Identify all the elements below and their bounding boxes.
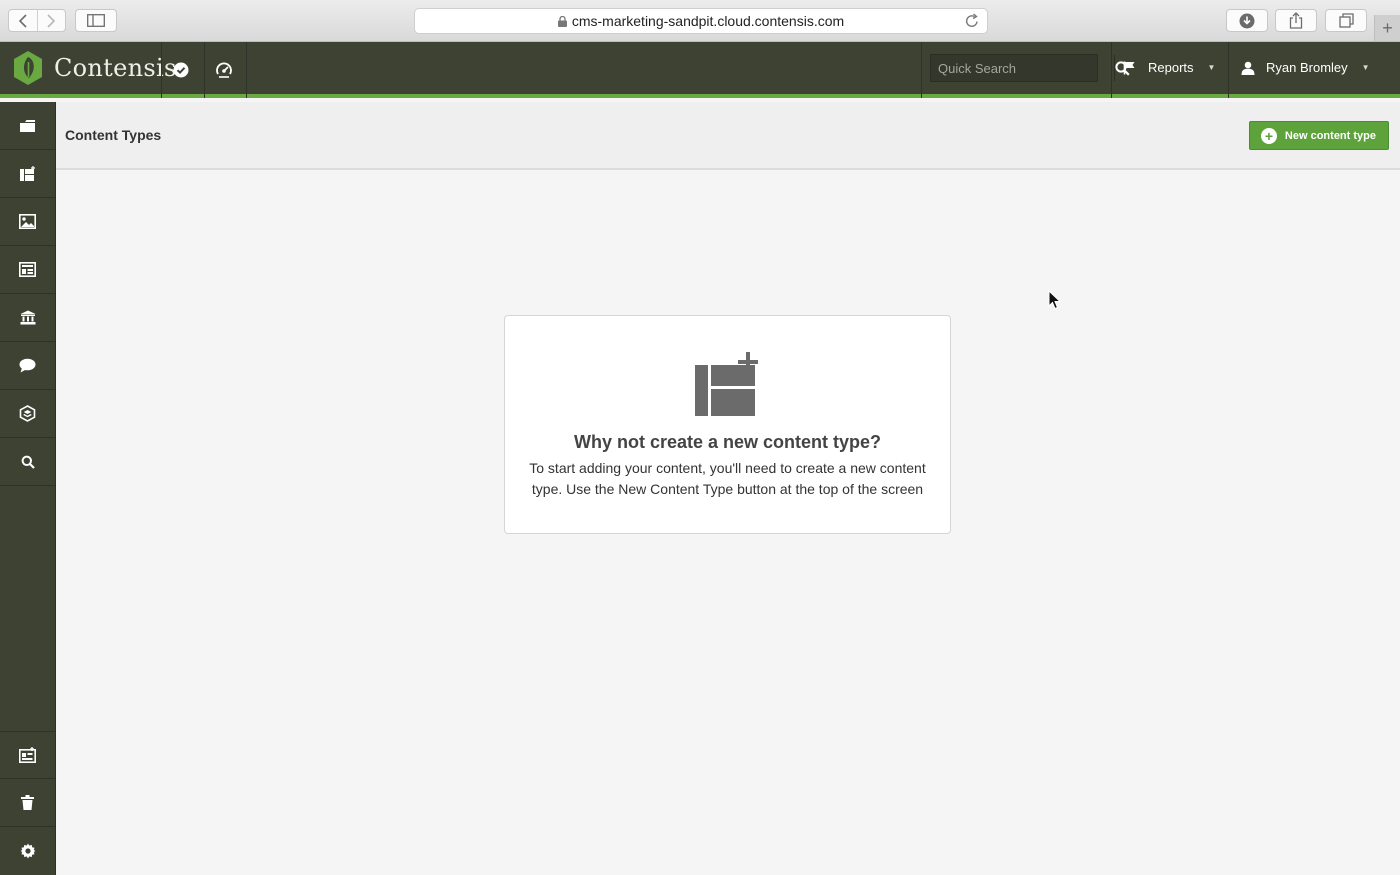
- brand-logo[interactable]: Contensis: [12, 50, 177, 86]
- reports-label: Reports: [1148, 60, 1194, 75]
- page-toolbar: Content Types + New content type: [56, 102, 1400, 170]
- new-content-type-button[interactable]: + New content type: [1248, 121, 1389, 150]
- empty-state-title: Why not create a new content type?: [573, 432, 882, 452]
- reports-menu[interactable]: Reports ▼: [1123, 60, 1215, 75]
- header-divider: [1228, 42, 1229, 98]
- page-title: Content Types: [65, 127, 162, 143]
- nav-folder[interactable]: [0, 102, 55, 150]
- sidebar-icon[interactable]: [75, 9, 117, 32]
- main-content: Content Types + New content type Why not…: [56, 102, 1400, 875]
- mouse-cursor-icon: [1048, 290, 1062, 310]
- image-icon: [19, 214, 36, 229]
- user-name: Ryan Bromley: [1266, 60, 1348, 75]
- share-icon[interactable]: [1275, 9, 1317, 32]
- layout-icon: [19, 262, 36, 277]
- contensis-leaf-icon: [14, 51, 42, 85]
- nav-search[interactable]: [0, 438, 55, 486]
- new-content-type-label: New content type: [1284, 129, 1376, 142]
- chevron-down-icon: ▼: [1361, 63, 1370, 72]
- content-type-add-icon: [505, 352, 950, 416]
- header-divider: [921, 42, 922, 98]
- url-text: cms-marketing-sandpit.cloud.contensis.co…: [571, 13, 845, 29]
- tabs-icon[interactable]: [1325, 9, 1367, 32]
- dashboard-icon[interactable]: [211, 57, 237, 83]
- user-menu[interactable]: Ryan Bromley ▼: [1241, 60, 1370, 75]
- header-divider: [204, 42, 205, 98]
- new-tab-icon[interactable]: +: [1374, 15, 1400, 41]
- plus-circle-icon: +: [1260, 127, 1277, 144]
- lock-icon: [557, 15, 567, 27]
- forward-icon[interactable]: [36, 10, 66, 31]
- flag-icon: [1123, 61, 1135, 74]
- quick-search-input[interactable]: [931, 60, 1114, 76]
- nav-layouts[interactable]: [0, 246, 55, 294]
- reload-icon[interactable]: [965, 13, 979, 28]
- tasks-check-icon[interactable]: [168, 57, 194, 83]
- calendar-add-icon: [19, 747, 36, 763]
- nav-layers[interactable]: [0, 390, 55, 438]
- content-types-icon: [20, 165, 35, 181]
- user-icon: [1241, 61, 1255, 75]
- app-header: Contensis Reports ▼ Ryan Bromley ▼: [0, 42, 1400, 98]
- folder-icon: [20, 119, 35, 132]
- back-icon[interactable]: [9, 10, 37, 31]
- nav-institution[interactable]: [0, 294, 55, 342]
- institution-icon: [20, 310, 35, 325]
- nav-trash[interactable]: [0, 779, 55, 827]
- nav-content-types[interactable]: [0, 150, 55, 198]
- browser-nav-buttons: [8, 9, 66, 32]
- url-bar[interactable]: cms-marketing-sandpit.cloud.contensis.co…: [414, 8, 988, 34]
- chevron-down-icon: ▼: [1207, 63, 1216, 72]
- nav-calendar-add[interactable]: [0, 731, 55, 779]
- nav-settings[interactable]: [0, 827, 55, 875]
- brand-name: Contensis: [54, 54, 177, 82]
- comment-icon: [19, 358, 36, 373]
- nav-images[interactable]: [0, 198, 55, 246]
- browser-chrome: cms-marketing-sandpit.cloud.contensis.co…: [0, 0, 1400, 42]
- settings-icon: [20, 843, 35, 859]
- header-divider: [161, 42, 162, 98]
- quick-search: [930, 54, 1130, 82]
- layers-icon: [19, 405, 36, 422]
- empty-state-card: Why not create a new content type? To st…: [504, 315, 951, 534]
- empty-state-text: To start adding your content, you'll nee…: [529, 460, 926, 497]
- header-divider: [246, 42, 247, 98]
- left-sidebar: [0, 102, 56, 875]
- trash-icon: [21, 795, 34, 810]
- header-divider: [1111, 42, 1112, 98]
- download-icon[interactable]: [1226, 9, 1268, 32]
- search-icon: [21, 455, 35, 469]
- nav-comments[interactable]: [0, 342, 55, 390]
